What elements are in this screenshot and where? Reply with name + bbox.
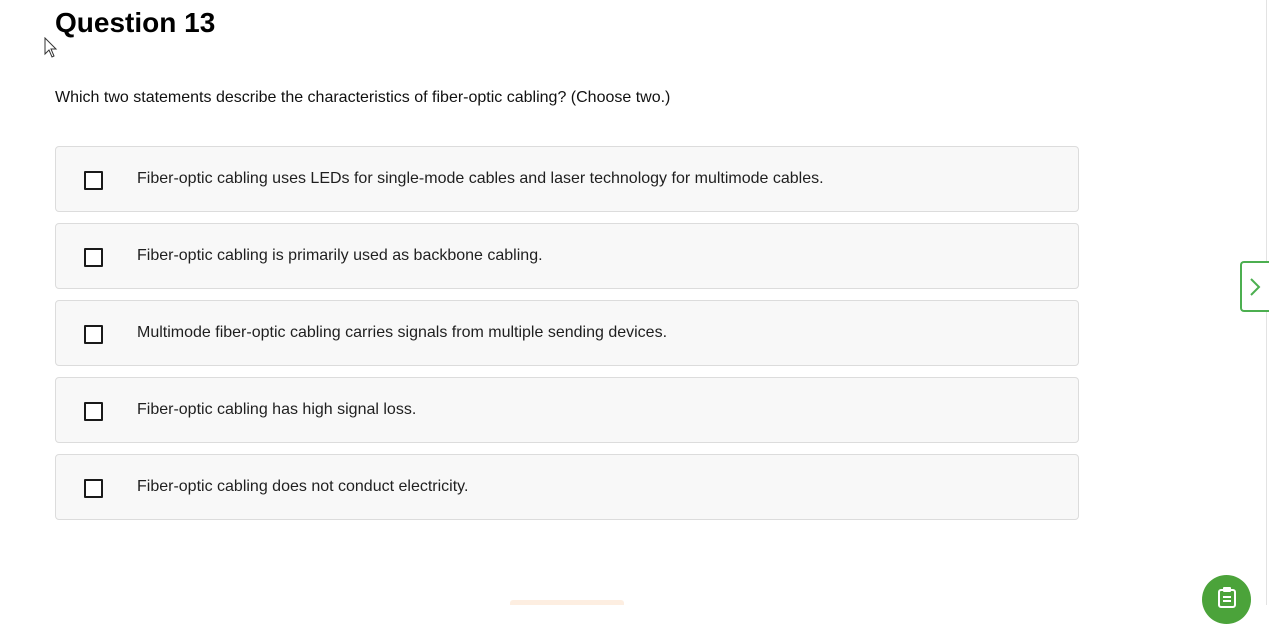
option-label: Fiber-optic cabling does not conduct ele… xyxy=(137,478,469,495)
option-checkbox[interactable] xyxy=(84,402,103,421)
option-checkbox[interactable] xyxy=(84,325,103,344)
option-label: Fiber-optic cabling has high signal loss… xyxy=(137,401,417,418)
option-label: Fiber-optic cabling uses LEDs for single… xyxy=(137,170,824,187)
answer-option[interactable]: Fiber-optic cabling does not conduct ele… xyxy=(55,454,1079,520)
next-question-button[interactable] xyxy=(1240,261,1269,312)
answer-option[interactable]: Fiber-optic cabling is primarily used as… xyxy=(55,223,1079,289)
mouse-pointer-icon xyxy=(44,37,58,58)
option-label: Fiber-optic cabling is primarily used as… xyxy=(137,247,543,264)
bottom-submit-peek xyxy=(510,600,624,605)
answer-options: Fiber-optic cabling uses LEDs for single… xyxy=(55,146,1079,520)
answer-option[interactable]: Fiber-optic cabling has high signal loss… xyxy=(55,377,1079,443)
answer-option[interactable]: Fiber-optic cabling uses LEDs for single… xyxy=(55,146,1079,212)
option-checkbox[interactable] xyxy=(84,479,103,498)
option-checkbox[interactable] xyxy=(84,248,103,267)
question-title: Question 13 xyxy=(55,7,216,38)
answer-option[interactable]: Multimode fiber-optic cabling carries si… xyxy=(55,300,1079,366)
floating-action-button[interactable] xyxy=(1202,575,1251,624)
option-label: Multimode fiber-optic cabling carries si… xyxy=(137,324,668,341)
chevron-right-icon xyxy=(1250,278,1261,296)
question-prompt: Which two statements describe the charac… xyxy=(55,89,671,106)
option-checkbox[interactable] xyxy=(84,171,103,190)
